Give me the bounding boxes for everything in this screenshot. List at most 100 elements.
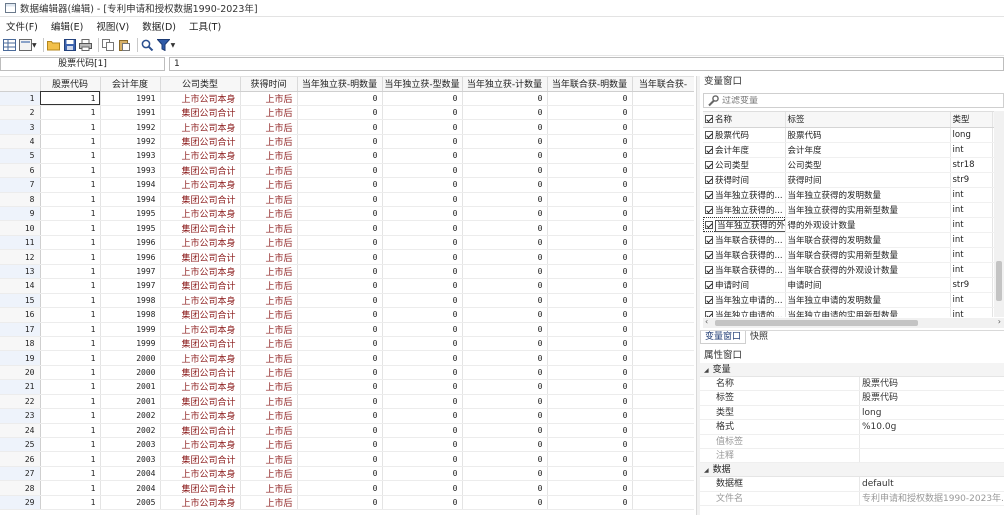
variable-name[interactable]: 会计年度 <box>703 142 786 158</box>
cell-value[interactable]: 0 <box>462 379 548 395</box>
chevron-left-icon[interactable]: ‹ <box>705 317 708 326</box>
property-value[interactable]: long <box>860 406 1004 419</box>
cell-fiscal-year[interactable]: 2001 <box>100 379 161 395</box>
variable-name[interactable]: 当年联合获得的... <box>703 262 786 278</box>
cell-fiscal-year[interactable]: 2000 <box>100 365 161 381</box>
cell-value[interactable]: 0 <box>547 264 633 280</box>
variable-row[interactable]: 当年联合获得的...当年联合获得的外观设计数量int% <box>703 262 1004 278</box>
label-column-header[interactable]: 标签 <box>785 112 951 128</box>
cell-company-type[interactable]: 上市公司本身 <box>160 437 241 453</box>
cell-company-type[interactable]: 集团公司合计 <box>160 423 241 439</box>
chevron-down-icon[interactable]: ▼ <box>32 42 37 49</box>
cell-value[interactable] <box>632 437 694 453</box>
cell-fiscal-year[interactable]: 2004 <box>100 480 161 496</box>
variable-row[interactable]: 公司类型公司类型str18% <box>703 157 1004 173</box>
variable-label[interactable]: 当年联合获得的发明数量 <box>785 232 951 248</box>
filter-icon[interactable] <box>157 38 171 52</box>
cell-company-type[interactable]: 上市公司本身 <box>160 293 241 309</box>
cell-value[interactable]: 0 <box>297 365 383 381</box>
row-number[interactable]: 11 <box>0 235 41 251</box>
cell-value[interactable]: 0 <box>297 264 383 280</box>
column-header[interactable]: 获得时间 <box>240 77 298 92</box>
variable-type[interactable]: str9 <box>950 277 993 293</box>
cell-value[interactable]: 0 <box>462 235 548 251</box>
cell-value[interactable] <box>632 119 694 135</box>
cell-value[interactable]: 0 <box>462 322 548 337</box>
cell-value[interactable]: 0 <box>382 148 463 164</box>
cell-company-type[interactable]: 集团公司合计 <box>160 192 241 208</box>
property-value[interactable]: 专利申请和授权数据1990-2023年.dta <box>860 492 1004 505</box>
row-number[interactable]: 22 <box>0 394 41 410</box>
cell-value[interactable] <box>632 379 694 395</box>
cell-value[interactable]: 0 <box>547 408 633 424</box>
table-icon[interactable] <box>18 38 32 52</box>
variable-name[interactable]: 获得时间 <box>703 172 786 188</box>
cell-value[interactable] <box>632 423 694 439</box>
cell-fiscal-year[interactable]: 1997 <box>100 264 161 280</box>
variable-row[interactable]: 当年独立获得的外观设计数量得的外观设计数量int% <box>703 217 1004 233</box>
cell-company-type[interactable]: 集团公司合计 <box>160 394 241 410</box>
row-number[interactable]: 12 <box>0 249 41 265</box>
current-variable-box[interactable]: 股票代码[1] <box>0 57 165 71</box>
cell-value[interactable] <box>632 235 694 251</box>
variable-label[interactable]: 获得时间 <box>785 172 951 188</box>
variable-label[interactable]: 当年联合获得的外观设计数量 <box>785 262 951 278</box>
cell-value[interactable]: 0 <box>547 365 633 381</box>
cell-value[interactable]: 0 <box>382 423 463 439</box>
cell-grant-time[interactable]: 上市后 <box>240 249 298 265</box>
property-row[interactable]: 文件名 专利申请和授权数据1990-2023年.dta <box>700 491 1004 507</box>
cell-value[interactable]: 0 <box>547 379 633 395</box>
column-header[interactable]: 当年联合获- <box>632 77 694 92</box>
cell-fiscal-year[interactable]: 1993 <box>100 163 161 179</box>
cell-fiscal-year[interactable]: 2002 <box>100 408 161 424</box>
variable-label[interactable]: 得的外观设计数量 <box>785 217 951 233</box>
cell-value[interactable]: 0 <box>547 177 633 193</box>
cell-company-type[interactable]: 上市公司本身 <box>160 119 241 135</box>
cell-value[interactable] <box>632 91 694 106</box>
cell-grant-time[interactable]: 上市后 <box>240 394 298 410</box>
property-value[interactable]: 股票代码 <box>860 391 1004 404</box>
cell-value[interactable]: 0 <box>297 437 383 453</box>
variable-checkbox[interactable] <box>705 175 713 184</box>
variable-name[interactable]: 当年独立申请的... <box>703 292 786 308</box>
row-number[interactable]: 27 <box>0 466 41 482</box>
cell-value[interactable]: 0 <box>297 235 383 251</box>
cell-stock-code[interactable]: 1 <box>40 206 101 222</box>
variable-type[interactable]: str9 <box>950 172 993 188</box>
cell-fiscal-year[interactable]: 1998 <box>100 293 161 309</box>
variable-row[interactable]: 当年独立申请的...当年独立申请的实用新型数量int% <box>703 307 1004 317</box>
variable-row[interactable]: 当年独立获得的...当年独立获得的实用新型数量int% <box>703 202 1004 218</box>
variable-label[interactable]: 当年联合获得的实用新型数量 <box>785 247 951 263</box>
variable-type[interactable]: str18 <box>950 157 993 173</box>
table-row[interactable]: 11 1 1996 上市公司本身 上市后 0 0 0 0 <box>0 235 694 251</box>
cell-value[interactable]: 0 <box>382 264 463 280</box>
cell-value[interactable]: 0 <box>462 264 548 280</box>
cell-company-type[interactable]: 集团公司合计 <box>160 480 241 496</box>
cell-stock-code[interactable]: 1 <box>40 322 101 337</box>
cell-company-type[interactable]: 上市公司本身 <box>160 206 241 222</box>
cell-value[interactable]: 0 <box>462 177 548 193</box>
row-number[interactable]: 5 <box>0 148 41 164</box>
cell-value[interactable]: 0 <box>382 105 463 121</box>
cell-fiscal-year[interactable]: 1995 <box>100 206 161 222</box>
cell-value[interactable]: 0 <box>547 249 633 265</box>
cell-company-type[interactable]: 上市公司本身 <box>160 148 241 164</box>
cell-value[interactable]: 0 <box>297 293 383 309</box>
cell-grant-time[interactable]: 上市后 <box>240 379 298 395</box>
cell-value[interactable]: 0 <box>382 365 463 381</box>
cell-stock-code[interactable]: 1 <box>40 336 101 352</box>
cell-value[interactable]: 0 <box>547 278 633 294</box>
property-value[interactable]: default <box>860 477 1004 490</box>
cell-value[interactable]: 0 <box>547 105 633 121</box>
table-row[interactable]: 10 1 1995 集团公司合计 上市后 0 0 0 0 <box>0 220 694 236</box>
table-row[interactable]: 29 1 2005 上市公司本身 上市后 0 0 0 0 <box>0 495 694 511</box>
cell-company-type[interactable]: 集团公司合计 <box>160 278 241 294</box>
cell-value[interactable]: 0 <box>547 423 633 439</box>
property-value[interactable]: 股票代码 <box>860 377 1004 390</box>
row-number[interactable]: 17 <box>0 322 41 337</box>
cell-value[interactable] <box>632 466 694 482</box>
cell-stock-code[interactable]: 1 <box>40 105 101 121</box>
menu-data[interactable]: 数据(D) <box>136 19 183 33</box>
type-column-header[interactable]: 类型 <box>950 112 993 128</box>
cell-value[interactable]: 0 <box>382 91 463 106</box>
